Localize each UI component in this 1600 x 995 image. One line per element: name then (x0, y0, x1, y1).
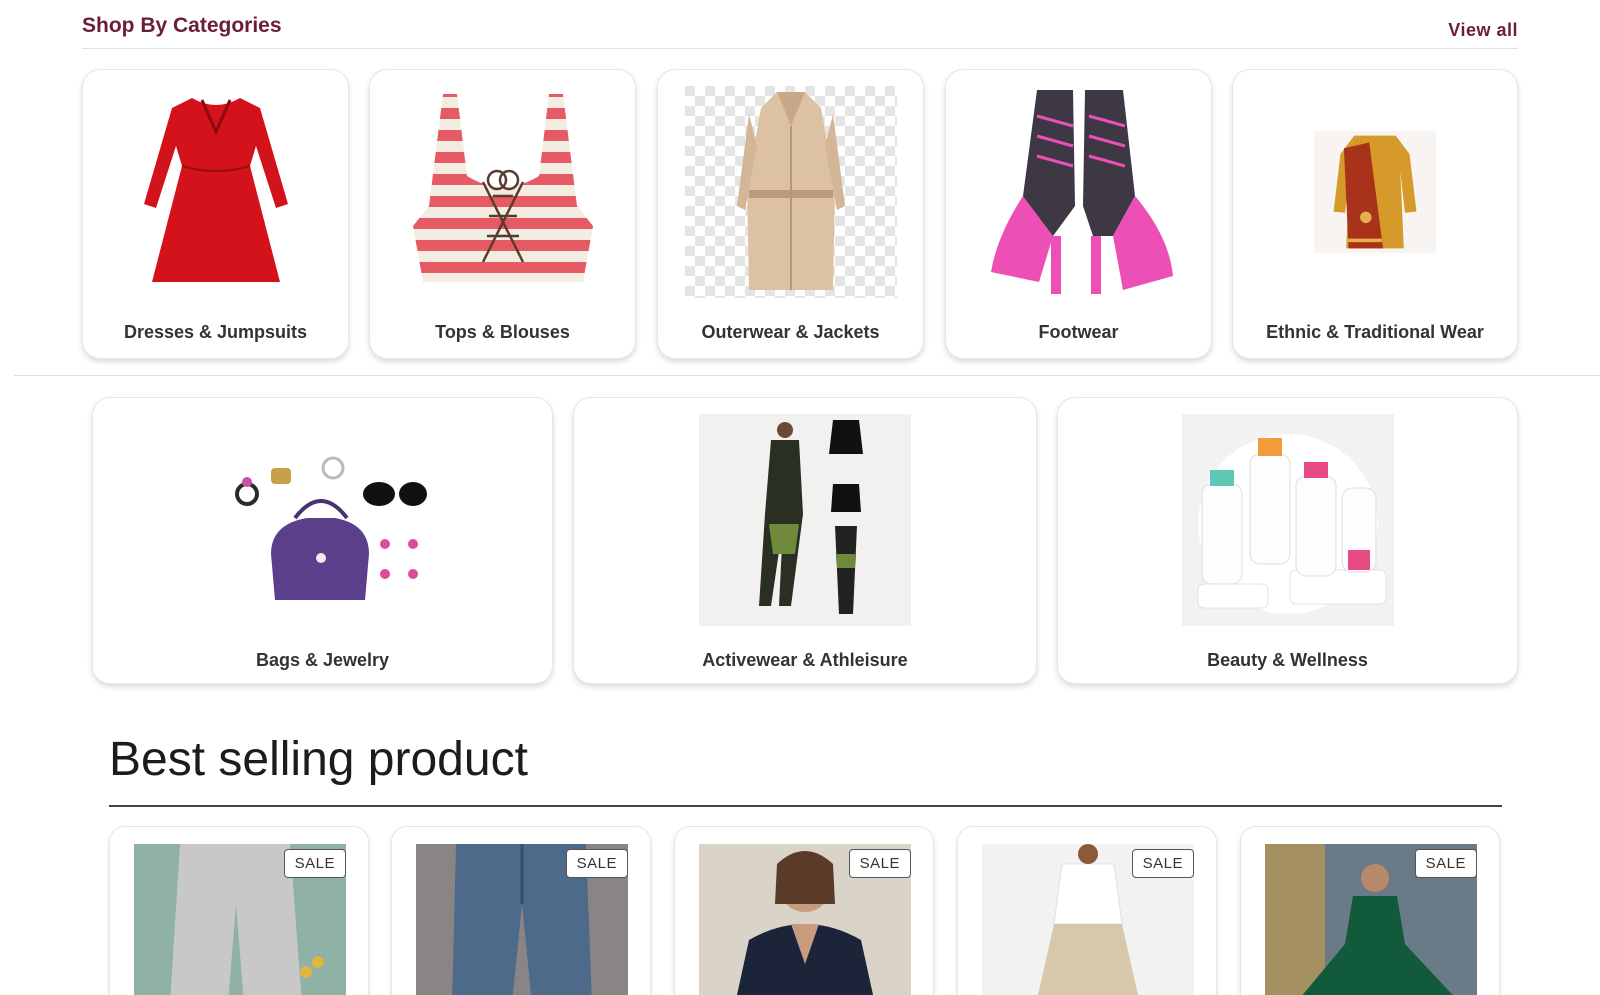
category-label: Activewear & Athleisure (702, 650, 908, 670)
product-card[interactable]: SALE (1240, 826, 1500, 995)
activewear-icon (699, 414, 911, 626)
product-card[interactable]: SALE (109, 826, 369, 995)
category-label: Beauty & Wellness (1207, 650, 1368, 670)
category-card-beauty[interactable]: Beauty & Wellness (1057, 397, 1518, 684)
view-all-link[interactable]: View all (1448, 20, 1518, 41)
product-card[interactable]: SALE (957, 826, 1217, 995)
section-title: Shop By Categories (82, 14, 282, 37)
boots-icon (972, 86, 1185, 298)
sale-badge: SALE (565, 849, 628, 878)
categories-header: Shop By Categories View all (82, 12, 1518, 49)
category-card-outerwear[interactable]: Outerwear & Jackets (657, 69, 924, 359)
beauty-bottles-icon (1181, 414, 1394, 626)
category-card-footwear[interactable]: Footwear (945, 69, 1212, 359)
category-label: Footwear (1038, 322, 1119, 342)
best-selling-title: Best selling product (109, 733, 528, 786)
category-card-bags-jewelry[interactable]: Bags & Jewelry (92, 397, 553, 684)
sale-badge: SALE (283, 849, 346, 878)
category-card-dresses[interactable]: Dresses & Jumpsuits (82, 69, 349, 359)
bag-jewelry-icon (216, 414, 429, 626)
category-card-activewear[interactable]: Activewear & Athleisure (573, 397, 1037, 684)
category-label: Ethnic & Traditional Wear (1266, 322, 1484, 342)
product-card[interactable]: SALE (674, 826, 934, 995)
sale-badge: SALE (1414, 849, 1477, 878)
trench-coat-icon (684, 86, 897, 298)
category-label: Dresses & Jumpsuits (123, 322, 308, 342)
row-divider (14, 375, 1600, 376)
kurta-icon (1314, 131, 1436, 253)
sale-badge: SALE (848, 849, 911, 878)
product-card[interactable]: SALE (391, 826, 651, 995)
category-label: Tops & Blouses (435, 322, 570, 342)
category-label: Bags & Jewelry (255, 650, 390, 670)
best-selling-divider (109, 805, 1502, 807)
category-card-tops[interactable]: Tops & Blouses (369, 69, 636, 359)
sale-badge: SALE (1131, 849, 1194, 878)
category-label: Outerwear & Jackets (701, 322, 880, 342)
red-dress-icon (109, 86, 322, 298)
striped-top-icon (396, 86, 609, 298)
category-card-ethnic[interactable]: Ethnic & Traditional Wear (1232, 69, 1518, 359)
